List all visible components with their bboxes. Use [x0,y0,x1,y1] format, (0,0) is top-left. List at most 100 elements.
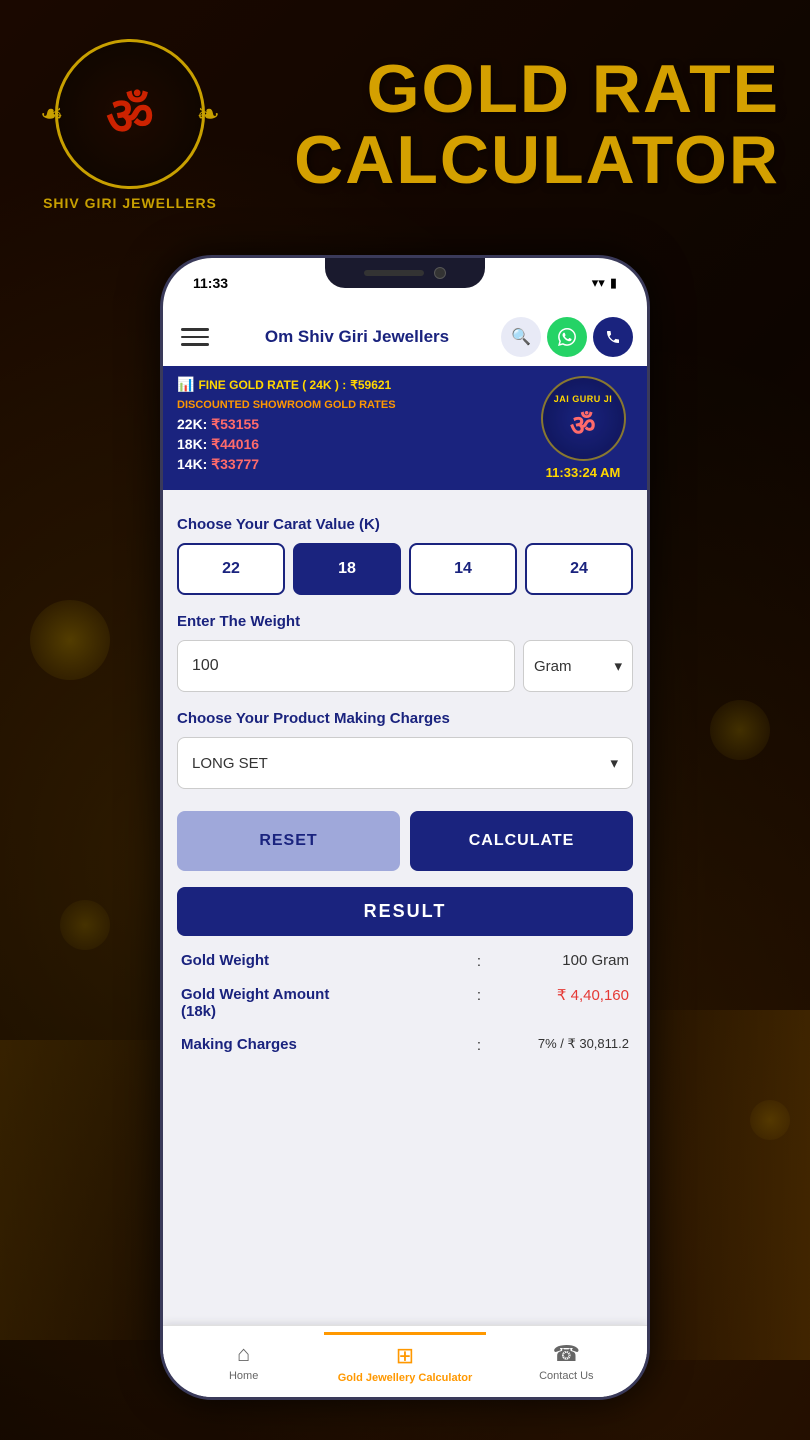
bottom-navigation: ⌂ Home ⊞ Gold Jewellery Calculator ☎ Con… [163,1325,647,1397]
phone-outer: 11:33 ▾▾ ▮ Om Shiv Giri Jewellers [160,255,650,1400]
weight-input-row: Gram ▾ [177,640,633,692]
phone-screen: Om Shiv Giri Jewellers 🔍 [163,308,647,1397]
logo-circle: ॐ [55,39,205,189]
carat-18k-button[interactable]: 18 [293,543,401,595]
nav-contact[interactable]: ☎ Contact Us [486,1333,647,1390]
weight-section: Enter The Weight Gram ▾ [177,613,633,692]
hamburger-line-2 [181,336,209,339]
title-line2: CALCULATOR [250,125,780,196]
whatsapp-button[interactable] [547,317,587,357]
weight-section-label: Enter The Weight [177,613,633,630]
appbar-actions: 🔍 [501,317,633,357]
search-button[interactable]: 🔍 [501,317,541,357]
ticker-header: 📊 FINE GOLD RATE ( 24K ) : ₹59621 [177,376,533,393]
making-charges-section: Choose Your Product Making Charges LONG … [177,710,633,789]
brand-name: SHIV GIRI JEWELLERS [43,195,217,211]
result-weight-colon: : [469,952,489,970]
rate-14k-label: 14K: [177,456,211,472]
wifi-icon: ▾▾ [592,275,605,291]
rate-18k-value: ₹44016 [211,436,259,452]
result-amount-value: ₹ 4,40,160 [489,986,629,1004]
battery-icon: ▮ [610,275,617,291]
making-charges-value: LONG SET [192,755,268,772]
result-row-making: Making Charges : 7% / ₹ 30,811.2 [177,1036,633,1054]
appbar-title: Om Shiv Giri Jewellers [223,327,491,347]
rate-22k-label: 22K: [177,416,211,432]
status-time: 11:33 [193,275,228,291]
result-amount-label-line1: Gold Weight Amount [181,986,469,1003]
phone-nav-icon: ☎ [553,1341,580,1367]
calculator-content: Choose Your Carat Value (K) 22 18 14 24 … [163,490,647,1397]
rate-24k: ₹59621 [350,378,391,392]
chart-icon: 📊 [177,376,194,393]
ticker-right: JAI GURU JI ॐ 11:33:24 AM [533,376,633,480]
weight-unit-value: Gram [534,658,572,675]
nav-home-label: Home [229,1370,258,1382]
result-amount-label-line2: (18k) [181,1003,469,1020]
result-row-weight: Gold Weight : 100 Gram [177,952,633,970]
nav-home[interactable]: ⌂ Home [163,1333,324,1390]
result-weight-label: Gold Weight [181,952,469,969]
app-title-display: GOLD RATE CALCULATOR [250,54,780,197]
result-making-label: Making Charges [181,1036,469,1053]
rate-18k-row: 18K: ₹44016 [177,436,533,453]
carat-section: Choose Your Carat Value (K) 22 18 14 24 [177,516,633,595]
jai-guru-ji-badge: JAI GURU JI ॐ [541,376,626,461]
result-amount-colon: : [469,986,489,1004]
hamburger-line-3 [181,343,209,346]
making-charges-dropdown[interactable]: LONG SET ▾ [177,737,633,789]
hamburger-button[interactable] [177,319,213,355]
phone-mockup: 11:33 ▾▾ ▮ Om Shiv Giri Jewellers [160,255,650,1400]
result-weight-value: 100 Gram [489,952,629,969]
weight-input[interactable] [177,640,515,692]
header-area: ॐ SHIV GIRI JEWELLERS GOLD RATE CALCULAT… [0,0,810,250]
carat-14k-button[interactable]: 14 [409,543,517,595]
gold-ticker: 📊 FINE GOLD RATE ( 24K ) : ₹59621 DISCOU… [163,366,647,490]
notch-camera [434,267,446,279]
nav-calculator[interactable]: ⊞ Gold Jewellery Calculator [324,1332,485,1392]
title-line1: GOLD RATE [250,54,780,125]
rate-22k-row: 22K: ₹53155 [177,416,533,433]
status-icons: ▾▾ ▮ [592,275,617,291]
logo-section: ॐ SHIV GIRI JEWELLERS [30,39,230,211]
calculator-icon: ⊞ [396,1343,414,1369]
nav-contact-label: Contact Us [539,1370,593,1382]
action-buttons: RESET CALCULATE [177,811,633,871]
nav-calculator-label: Gold Jewellery Calculator [338,1372,473,1384]
weight-unit-chevron-icon: ▾ [614,657,622,675]
home-icon: ⌂ [237,1341,250,1367]
reset-button[interactable]: RESET [177,811,400,871]
logo-om-symbol: ॐ [106,79,153,150]
ticker-left: 📊 FINE GOLD RATE ( 24K ) : ₹59621 DISCOU… [177,376,533,476]
result-row-amount: Gold Weight Amount (18k) : ₹ 4,40,160 [177,986,633,1020]
result-header: RESULT [177,887,633,936]
rate-22k-value: ₹53155 [211,416,259,432]
notch-speaker [364,270,424,276]
making-charges-chevron-icon: ▾ [610,754,618,772]
badge-top-text: JAI GURU JI [554,394,613,404]
calculate-button[interactable]: CALCULATE [410,811,633,871]
phone-notch [325,258,485,288]
hamburger-line-1 [181,328,209,331]
result-making-colon: : [469,1036,489,1054]
ticker-sub-header: DISCOUNTED SHOWROOM GOLD RATES [177,399,533,411]
carat-buttons: 22 18 14 24 [177,543,633,595]
making-charges-label: Choose Your Product Making Charges [177,710,633,727]
result-rows: Gold Weight : 100 Gram Gold Weight Amoun… [177,952,633,1054]
ticker-header-text: FINE GOLD RATE ( 24K ) : [198,378,346,392]
result-making-value: 7% / ₹ 30,811.2 [489,1036,629,1052]
phone-button[interactable] [593,317,633,357]
ticker-time: 11:33:24 AM [546,465,621,480]
result-amount-label: Gold Weight Amount (18k) [181,986,469,1020]
carat-22k-button[interactable]: 22 [177,543,285,595]
rate-14k-row: 14K: ₹33777 [177,456,533,473]
rate-14k-value: ₹33777 [211,456,259,472]
ticker-rates: 22K: ₹53155 18K: ₹44016 14K: ₹33777 [177,416,533,473]
weight-unit-dropdown[interactable]: Gram ▾ [523,640,633,692]
title-section: GOLD RATE CALCULATOR [230,54,780,197]
app-bar: Om Shiv Giri Jewellers 🔍 [163,308,647,366]
badge-om-symbol: ॐ [570,406,596,444]
rate-18k-label: 18K: [177,436,211,452]
carat-24k-button[interactable]: 24 [525,543,633,595]
carat-section-label: Choose Your Carat Value (K) [177,516,633,533]
